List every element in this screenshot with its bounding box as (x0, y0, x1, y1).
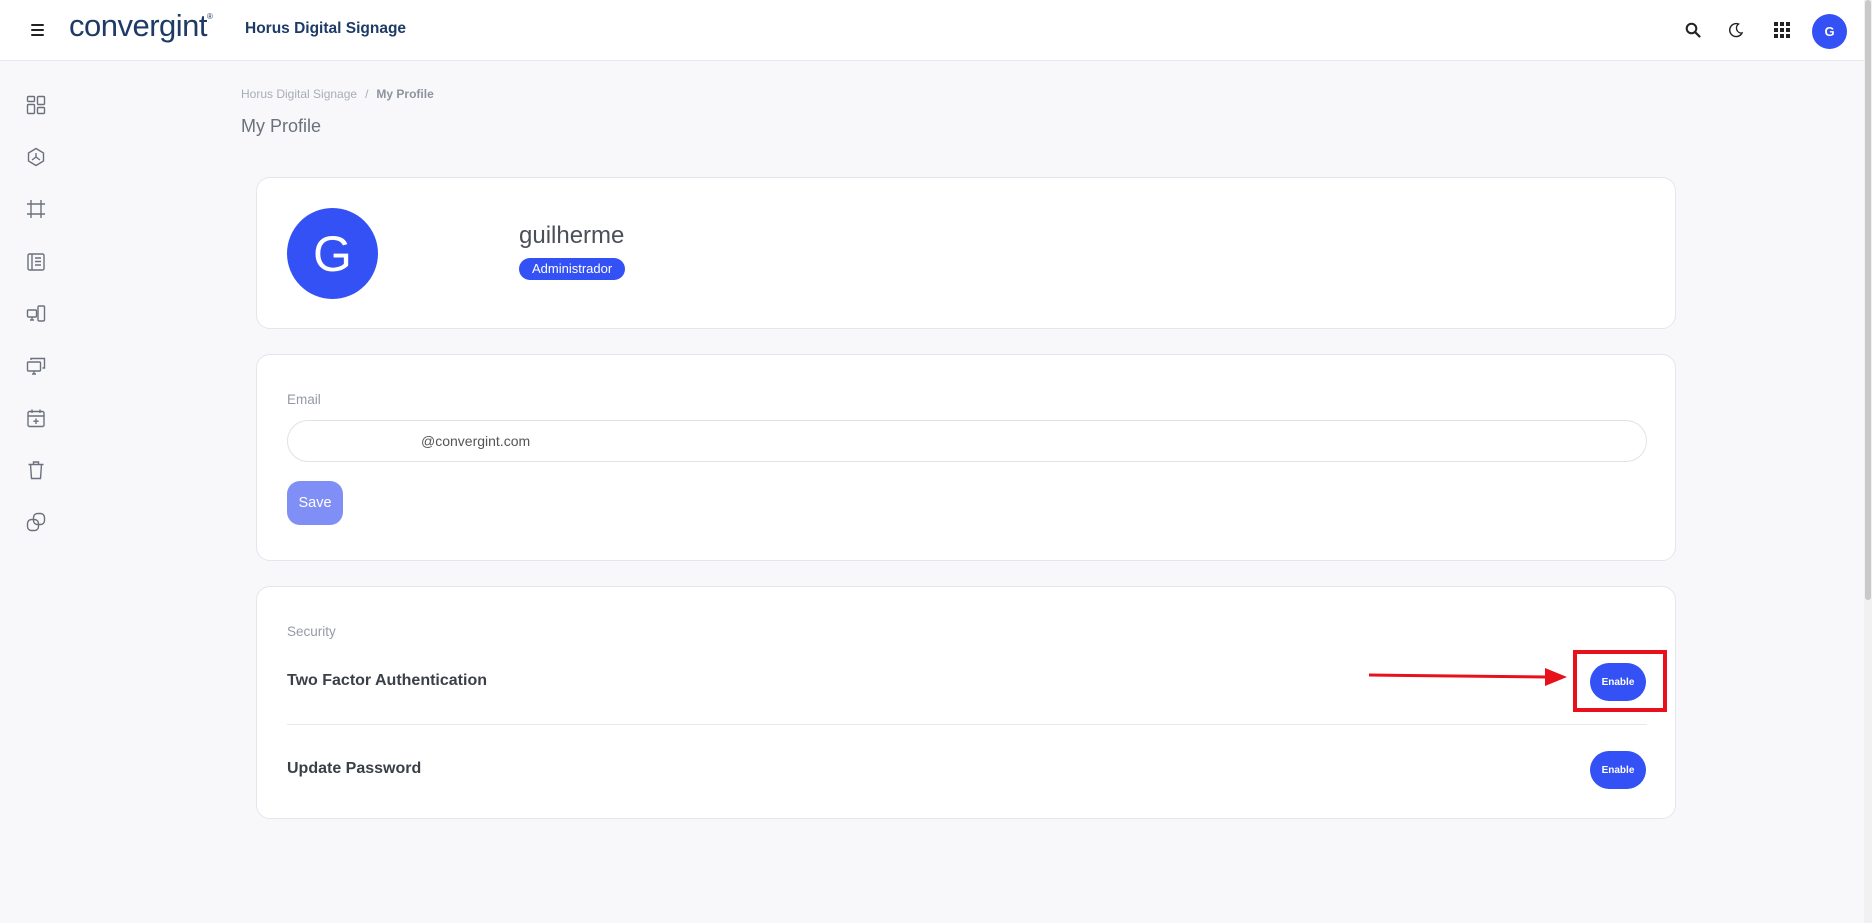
sidebar (0, 62, 72, 923)
app-title: Horus Digital Signage (245, 20, 407, 37)
user-avatar[interactable]: G (1812, 14, 1847, 49)
annotation-highlight-box (1573, 650, 1667, 712)
breadcrumb-current: My Profile (376, 87, 434, 101)
devices-icon[interactable] (24, 302, 48, 326)
page-title: My Profile (241, 116, 322, 136)
profile-username: guilherme (519, 222, 625, 249)
profile-card: G guilherme Administrador (256, 177, 1676, 329)
trash-icon[interactable] (24, 458, 48, 482)
security-label: Security (287, 624, 336, 639)
breadcrumb: Horus Digital Signage / My Profile (241, 87, 434, 101)
email-label: Email (287, 392, 321, 407)
divider (287, 724, 1647, 725)
menu-icon[interactable] (27, 20, 49, 40)
frame-icon[interactable] (24, 197, 48, 221)
apps-grid-icon[interactable] (1769, 17, 1795, 43)
screens-icon[interactable] (24, 354, 48, 378)
link-icon[interactable] (24, 510, 48, 534)
save-button[interactable]: Save (287, 481, 343, 525)
breadcrumb-separator: / (365, 87, 369, 101)
security-card: Security Two Factor Authentication Enabl… (256, 586, 1676, 819)
two-factor-label: Two Factor Authentication (287, 672, 487, 689)
email-field[interactable]: @convergint.com (287, 420, 1647, 462)
hexagon-icon[interactable] (24, 145, 48, 169)
annotation-arrow (1368, 668, 1567, 686)
brand-logo[interactable]: convergint® (69, 8, 213, 44)
calendar-add-icon[interactable] (24, 406, 48, 430)
dashboard-icon[interactable] (24, 93, 48, 117)
moon-icon[interactable] (1723, 17, 1749, 43)
logo-text: convergint (69, 8, 208, 43)
breadcrumb-root[interactable]: Horus Digital Signage (241, 87, 357, 101)
update-password-enable-button[interactable]: Enable (1590, 751, 1646, 789)
profile-avatar: G (287, 208, 378, 299)
update-password-label: Update Password (287, 760, 422, 777)
email-card: Email @convergint.com Save (256, 354, 1676, 561)
scroll-thumb[interactable] (1865, 0, 1871, 600)
top-bar: convergint® Horus Digital Signage G (0, 0, 1864, 61)
role-badge: Administrador (519, 258, 626, 280)
search-icon[interactable] (1680, 17, 1706, 43)
scrollbar[interactable] (1864, 0, 1872, 923)
content-icon[interactable] (24, 250, 48, 274)
